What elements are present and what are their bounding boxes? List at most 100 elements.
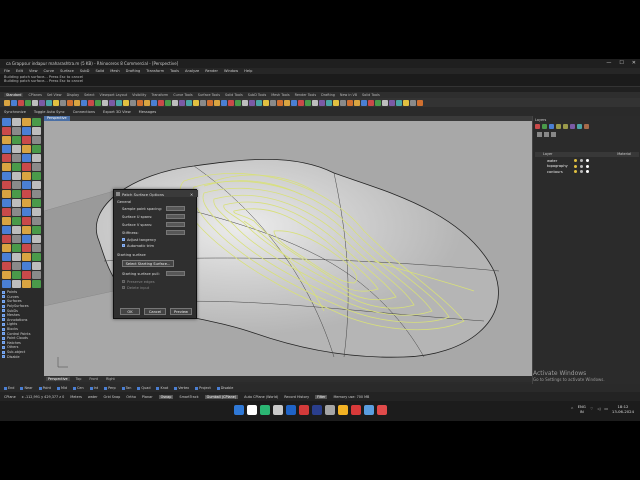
toolbar-tool-icon[interactable] <box>305 99 311 106</box>
toolbar-tool-icon[interactable] <box>158 99 164 106</box>
status-item[interactable]: Planar <box>142 395 153 399</box>
left-tool-icon[interactable] <box>22 226 31 234</box>
toolbar-tool-icon[interactable] <box>67 99 73 106</box>
left-tool-icon[interactable] <box>22 217 31 225</box>
left-tool-icon[interactable] <box>22 199 31 207</box>
filter-checkbox[interactable] <box>2 304 5 308</box>
toolbar-tab[interactable]: Viewport Layout <box>100 93 128 97</box>
toolbar-tool-icon[interactable] <box>410 99 416 106</box>
toolbar-tool-icon[interactable] <box>284 99 290 106</box>
left-tool-icon[interactable] <box>22 271 31 279</box>
dialog-close-icon[interactable]: ✕ <box>190 192 193 197</box>
left-tool-icon[interactable] <box>32 199 41 207</box>
starting-surface-pull-input[interactable] <box>166 271 185 276</box>
toolbar-tool-icon[interactable] <box>207 99 213 106</box>
filter-checkbox[interactable] <box>2 341 5 345</box>
sync-toolbar-item[interactable]: Toggle Auto Sync <box>34 110 65 114</box>
left-tool-icon[interactable] <box>2 163 11 171</box>
vpn-icon[interactable] <box>364 405 374 415</box>
filter-checkbox[interactable] <box>2 345 5 349</box>
left-tool-icon[interactable] <box>22 118 31 126</box>
left-tool-icon[interactable] <box>12 226 21 234</box>
toolbar-tab[interactable]: Surface Tools <box>198 93 220 97</box>
light-bulb-icon[interactable] <box>574 159 577 162</box>
toolbar-tool-icon[interactable] <box>214 99 220 106</box>
toolbar-tool-icon[interactable] <box>354 99 360 106</box>
toolbar-tool-icon[interactable] <box>88 99 94 106</box>
viewport-tab-front[interactable]: Front <box>87 377 100 381</box>
filter-checkbox[interactable] <box>2 309 5 313</box>
left-tool-icon[interactable] <box>22 163 31 171</box>
toolbar-tool-icon[interactable] <box>32 99 38 106</box>
adjust-tangency-checkbox[interactable] <box>122 238 126 242</box>
clock[interactable]: 18:12 13-06-2024 <box>612 404 634 414</box>
left-tool-icon[interactable] <box>12 262 21 270</box>
left-tool-icon[interactable] <box>32 172 41 180</box>
toolbar-tool-icon[interactable] <box>151 99 157 106</box>
sync-toolbar-item[interactable]: Connections <box>73 110 95 114</box>
osnap-perp[interactable]: Perp <box>104 386 116 390</box>
status-item[interactable]: Ortho <box>126 395 136 399</box>
toolbar-tool-icon[interactable] <box>109 99 115 106</box>
osnap-checkbox[interactable] <box>216 386 220 390</box>
toolbar-tab[interactable]: Visibility <box>132 93 146 97</box>
left-tool-icon[interactable] <box>32 127 41 135</box>
filter-item[interactable]: Disable <box>2 354 42 359</box>
toolbar-tab[interactable]: Drafting <box>321 93 335 97</box>
toolbar-tool-icon[interactable] <box>102 99 108 106</box>
left-tool-icon[interactable] <box>2 217 11 225</box>
tray-chevron-icon[interactable]: ^ <box>570 407 573 412</box>
left-tool-icon[interactable] <box>12 253 21 261</box>
left-tool-icon[interactable] <box>12 280 21 288</box>
left-tool-icon[interactable] <box>22 253 31 261</box>
left-tool-icon[interactable] <box>32 190 41 198</box>
light-bulb-icon[interactable] <box>574 164 577 168</box>
left-tool-icon[interactable] <box>2 172 11 180</box>
toolbar-tab[interactable]: Render Tools <box>295 93 317 97</box>
osnap-checkbox[interactable] <box>104 386 108 390</box>
left-tool-icon[interactable] <box>22 262 31 270</box>
toolbar-tool-icon[interactable] <box>326 99 332 106</box>
toolbar-tool-icon[interactable] <box>95 99 101 106</box>
menu-item-mesh[interactable]: Mesh <box>110 69 119 73</box>
menu-item-solid[interactable]: Solid <box>95 69 104 73</box>
sample-point-spacing-input[interactable] <box>166 206 185 211</box>
left-tool-icon[interactable] <box>32 181 41 189</box>
menu-item-window[interactable]: Window <box>224 69 238 73</box>
toolbar-tool-icon[interactable] <box>291 99 297 106</box>
layer-color-swatch[interactable] <box>586 164 589 168</box>
toolbar-tool-icon[interactable] <box>53 99 59 106</box>
photoshop-icon[interactable] <box>312 405 322 415</box>
select-starting-surface-button[interactable]: Select Starting Surface... <box>122 260 174 267</box>
osnap-checkbox[interactable] <box>195 386 199 390</box>
left-tool-icon[interactable] <box>32 217 41 225</box>
left-tool-icon[interactable] <box>2 262 11 270</box>
left-tool-icon[interactable] <box>32 208 41 216</box>
battery-icon[interactable]: ▭ <box>604 407 608 412</box>
toolbar-tool-icon[interactable] <box>186 99 192 106</box>
left-tool-icon[interactable] <box>12 163 21 171</box>
toolbar-tool-icon[interactable] <box>319 99 325 106</box>
toolbar-tool-icon[interactable] <box>179 99 185 106</box>
osnap-near[interactable]: Near <box>20 386 33 390</box>
toolbar-tool-icon[interactable] <box>144 99 150 106</box>
display-icon[interactable] <box>544 132 549 137</box>
filter-checkbox[interactable] <box>2 327 5 331</box>
menu-item-view[interactable]: View <box>29 69 38 73</box>
toolbar-tab[interactable]: Select <box>84 93 94 97</box>
osnap-checkbox[interactable] <box>89 386 93 390</box>
toolbar-tab[interactable]: New in V8 <box>340 93 357 97</box>
sync-toolbar-item[interactable]: Synchronize <box>4 110 26 114</box>
left-tool-icon[interactable] <box>22 235 31 243</box>
osnap-checkbox[interactable] <box>73 386 77 390</box>
left-tool-icon[interactable] <box>32 154 41 162</box>
whatsapp-icon[interactable] <box>260 405 270 415</box>
toolbar-tool-icon[interactable] <box>361 99 367 106</box>
toolbar-tab[interactable]: Standard <box>4 93 24 97</box>
filter-icon[interactable] <box>570 124 575 129</box>
osnap-checkbox[interactable] <box>56 386 60 390</box>
filter-checkbox[interactable] <box>2 336 5 340</box>
left-tool-icon[interactable] <box>22 154 31 162</box>
left-tool-icon[interactable] <box>12 145 21 153</box>
toolbar-tool-icon[interactable] <box>172 99 178 106</box>
